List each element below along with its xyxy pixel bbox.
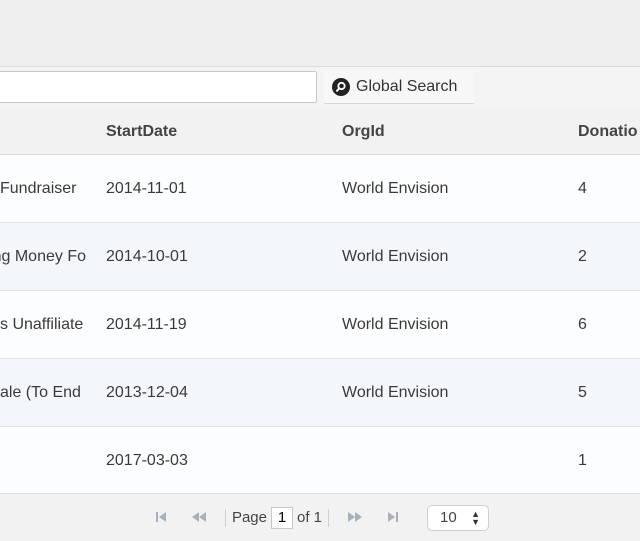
global-search-input[interactable] (0, 71, 317, 103)
global-search-label: Global Search (356, 78, 458, 95)
table-row[interactable]: Fundraiser 2014-11-01 World Envision 4 (0, 154, 640, 223)
pager-separator (224, 508, 226, 527)
cell-startdate: 2014-11-19 (97, 290, 333, 359)
column-header-orgid[interactable]: OrgId (333, 110, 569, 155)
next-page-icon[interactable] (347, 510, 363, 526)
page-size-value: 10 (440, 509, 457, 526)
column-header-startdate[interactable]: StartDate (97, 110, 333, 155)
column-header-name[interactable] (0, 110, 97, 155)
cell-startdate: 2013-12-04 (97, 358, 333, 427)
global-search-button[interactable]: Global Search (324, 71, 474, 104)
cell-name: ale (To End (0, 358, 97, 427)
cell-name: s Unaffiliate (0, 290, 97, 359)
top-area (0, 0, 640, 66)
pager-separator (328, 508, 330, 527)
cell-name: Raising Money Fo (0, 222, 97, 291)
cell-orgid: World Envision (333, 358, 569, 427)
cell-donations: 1 (569, 426, 640, 495)
table-row[interactable]: Raising Money Fo 2014-10-01 World Envisi… (0, 222, 640, 291)
cell-donations: 6 (569, 290, 640, 359)
last-page-icon[interactable] (387, 510, 399, 526)
cell-orgid (333, 426, 569, 495)
page-label: Page (231, 509, 267, 526)
data-table: StartDate OrgId Donatio Fundraiser 2014-… (0, 110, 640, 495)
cell-orgid: World Envision (333, 222, 569, 291)
prev-page-icon[interactable] (191, 510, 207, 526)
updown-arrows-icon: ▲ ▼ (471, 508, 481, 527)
table-row[interactable]: ale (To End 2013-12-04 World Envision 5 (0, 358, 640, 427)
cell-name: Fundraiser (0, 154, 97, 223)
cell-donations: 2 (569, 222, 640, 291)
cell-startdate: 2014-10-01 (97, 222, 333, 291)
cell-orgid: World Envision (333, 154, 569, 223)
cell-donations: 4 (569, 154, 640, 223)
page-count-label: of 1 (297, 509, 323, 526)
cell-startdate: 2017-03-03 (97, 426, 333, 495)
current-page-input[interactable] (271, 506, 293, 529)
cell-name (0, 426, 97, 495)
search-icon (332, 78, 350, 96)
cell-donations: 5 (569, 358, 640, 427)
pagination-bar: Page of 1 10 ▲▼ (0, 493, 640, 541)
table-row[interactable]: 2017-03-03 1 (0, 426, 640, 495)
cell-startdate: 2014-11-01 (97, 154, 333, 223)
table-header-row: StartDate OrgId Donatio (0, 110, 640, 155)
search-bar: Global Search (0, 66, 640, 112)
table-row[interactable]: s Unaffiliate 2014-11-19 World Envision … (0, 290, 640, 359)
column-header-donations[interactable]: Donatio (569, 110, 640, 155)
page-size-select[interactable]: 10 ▲ ▼ (427, 504, 490, 531)
cell-orgid: World Envision (333, 290, 569, 359)
first-page-icon[interactable] (155, 510, 167, 526)
